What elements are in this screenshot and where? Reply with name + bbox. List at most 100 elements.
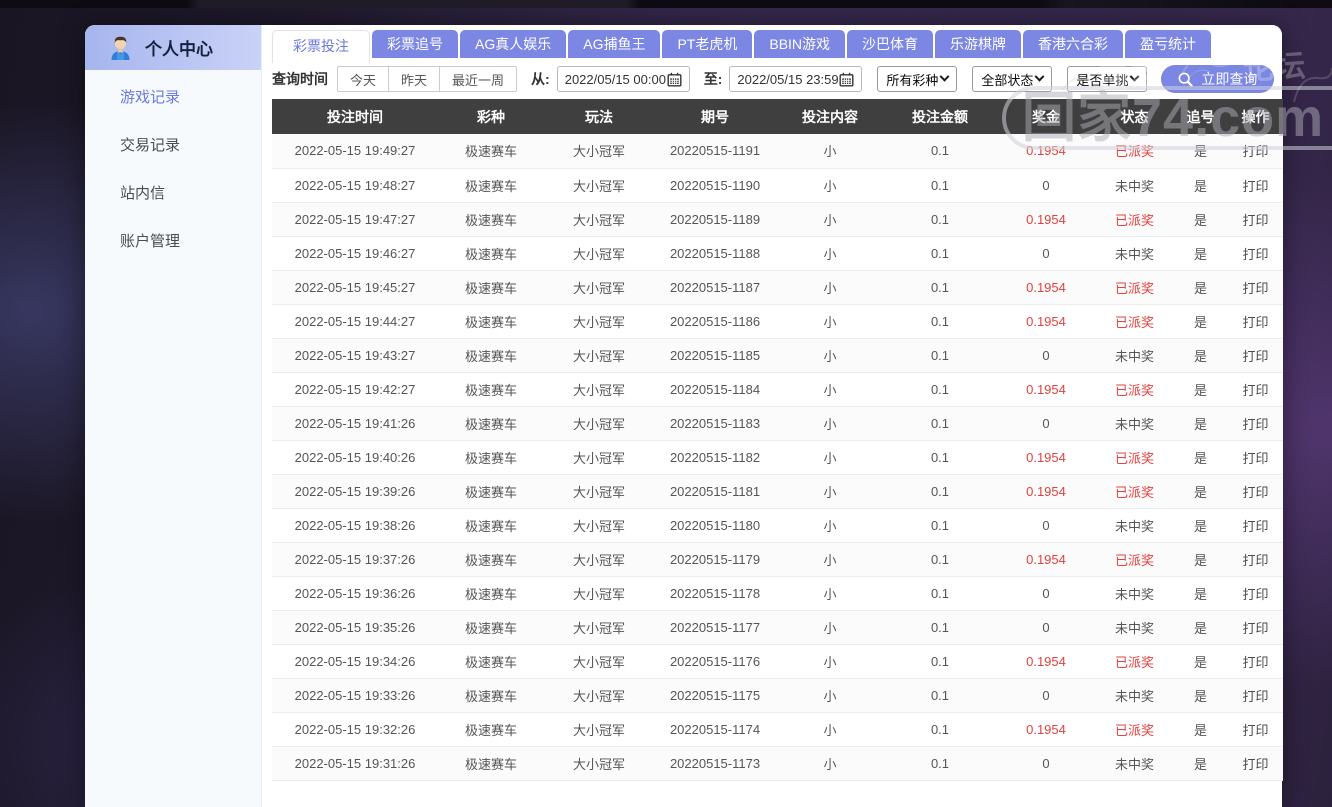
quick-range-button[interactable]: 昨天 [388,66,441,92]
cell-status: 未中奖 [1096,746,1173,781]
cell-issue: 20220515-1173 [654,746,776,781]
cell-time: 2022-05-15 19:39:26 [272,474,438,509]
print-link[interactable]: 打印 [1242,383,1268,398]
cell-play: 大小冠军 [544,678,654,713]
print-link[interactable]: 打印 [1242,621,1268,636]
tab[interactable]: AG真人娱乐 [460,30,567,58]
cell-lottery: 极速赛车 [438,474,544,509]
print-link[interactable]: 打印 [1242,349,1268,364]
tab[interactable]: 彩票投注 [272,30,370,63]
cell-content: 小 [776,644,884,679]
tab[interactable]: 彩票追号 [372,30,458,58]
filter-select[interactable]: 全部状态 [972,66,1053,92]
calendar-icon[interactable] [667,72,682,87]
cell-prize: 0.1954 [996,712,1096,747]
print-link[interactable]: 打印 [1242,553,1268,568]
cell-action: 打印 [1228,406,1283,441]
sidebar-item[interactable]: 游戏记录 [85,74,261,122]
cell-lottery: 极速赛车 [438,134,544,169]
print-link[interactable]: 打印 [1242,757,1268,772]
cell-issue: 20220515-1177 [654,610,776,645]
cell-content: 小 [776,542,884,577]
tab[interactable]: 盈亏统计 [1125,30,1212,58]
cell-lottery: 极速赛车 [438,338,544,373]
cell-action: 打印 [1228,474,1283,509]
print-link[interactable]: 打印 [1242,179,1268,194]
date-from-input[interactable]: 2022/05/15 00:00 [556,66,690,92]
cell-amount: 0.1 [884,406,996,441]
cell-amount: 0.1 [884,644,996,679]
table-row: 2022-05-15 19:32:26 极速赛车 大小冠军 20220515-1174… [272,712,1283,747]
calendar-icon[interactable] [839,72,854,87]
cell-action: 打印 [1228,542,1283,577]
cell-chase: 是 [1173,202,1228,237]
print-link[interactable]: 打印 [1242,451,1268,466]
cell-prize: 0 [996,610,1096,645]
query-time-label: 查询时间 [272,71,328,87]
cell-issue: 20220515-1181 [654,474,776,509]
tab[interactable]: AG捕鱼王 [568,30,661,58]
cell-prize: 0.1954 [996,474,1096,509]
table-row: 2022-05-15 19:36:26 极速赛车 大小冠军 20220515-1178… [272,576,1283,611]
table-row: 2022-05-15 19:42:27 极速赛车 大小冠军 20220515-1184… [272,372,1283,407]
table-row: 2022-05-15 19:46:27 极速赛车 大小冠军 20220515-1188… [272,236,1283,271]
cell-lottery: 极速赛车 [438,712,544,747]
print-link[interactable]: 打印 [1242,723,1268,738]
cell-issue: 20220515-1174 [654,712,776,747]
cell-time: 2022-05-15 19:42:27 [272,372,438,407]
search-button[interactable]: 立即查询 [1161,65,1275,93]
filter-select[interactable]: 是否单挑 [1067,66,1148,92]
print-link[interactable]: 打印 [1242,485,1268,500]
table-row: 2022-05-15 19:49:27 极速赛车 大小冠军 20220515-1191… [272,134,1283,169]
table-row: 2022-05-15 19:35:26 极速赛车 大小冠军 20220515-1177… [272,610,1283,645]
print-link[interactable]: 打印 [1242,587,1268,602]
cell-action: 打印 [1228,236,1283,271]
quick-range-button[interactable]: 最近一周 [439,66,518,92]
quick-range-button[interactable]: 今天 [337,66,390,92]
print-link[interactable]: 打印 [1242,655,1268,670]
cell-status: 已派奖 [1096,474,1173,509]
cell-play: 大小冠军 [544,168,654,203]
print-link[interactable]: 打印 [1242,247,1268,262]
cell-action: 打印 [1228,576,1283,611]
tab[interactable]: 香港六合彩 [1023,30,1124,58]
cell-chase: 是 [1173,576,1228,611]
print-link[interactable]: 打印 [1242,315,1268,330]
cell-amount: 0.1 [884,304,996,339]
cell-issue: 20220515-1190 [654,168,776,203]
print-link[interactable]: 打印 [1242,213,1268,228]
cell-time: 2022-05-15 19:35:26 [272,610,438,645]
tab[interactable]: PT老虎机 [662,30,753,58]
cell-issue: 20220515-1188 [654,236,776,271]
sidebar-item[interactable]: 交易记录 [85,122,261,170]
print-link[interactable]: 打印 [1242,519,1268,534]
table-row: 2022-05-15 19:39:26 极速赛车 大小冠军 20220515-1181… [272,474,1283,509]
sidebar-item[interactable]: 账户管理 [85,218,261,266]
cell-play: 大小冠军 [544,202,654,237]
sidebar-item[interactable]: 站内信 [85,170,261,218]
print-link[interactable]: 打印 [1242,144,1268,159]
cell-chase: 是 [1173,678,1228,713]
cell-status: 已派奖 [1096,712,1173,747]
cell-play: 大小冠军 [544,610,654,645]
cell-prize: 0 [996,236,1096,271]
date-from-value: 2022/05/15 00:00 [564,71,666,87]
cell-amount: 0.1 [884,372,996,407]
cell-prize: 0 [996,168,1096,203]
tab[interactable]: BBIN游戏 [754,30,846,58]
print-link[interactable]: 打印 [1242,689,1268,704]
cell-lottery: 极速赛车 [438,270,544,305]
cell-chase: 是 [1173,440,1228,475]
cell-prize: 0.1954 [996,372,1096,407]
print-link[interactable]: 打印 [1242,417,1268,432]
cell-action: 打印 [1228,644,1283,679]
print-link[interactable]: 打印 [1242,281,1268,296]
tab[interactable]: 乐游棋牌 [935,30,1022,58]
date-to-input[interactable]: 2022/05/15 23:59 [729,66,863,92]
table-header-row: 投注时间 彩种 玩法 期号 投注内容 投注金额 奖金 状态 追号 操作 [272,99,1283,134]
filter-select[interactable]: 所有彩种 [877,66,958,92]
cell-content: 小 [776,338,884,373]
tab[interactable]: 沙巴体育 [847,30,934,58]
table-row: 2022-05-15 19:33:26 极速赛车 大小冠军 20220515-1175… [272,678,1283,713]
cell-lottery: 极速赛车 [438,440,544,475]
